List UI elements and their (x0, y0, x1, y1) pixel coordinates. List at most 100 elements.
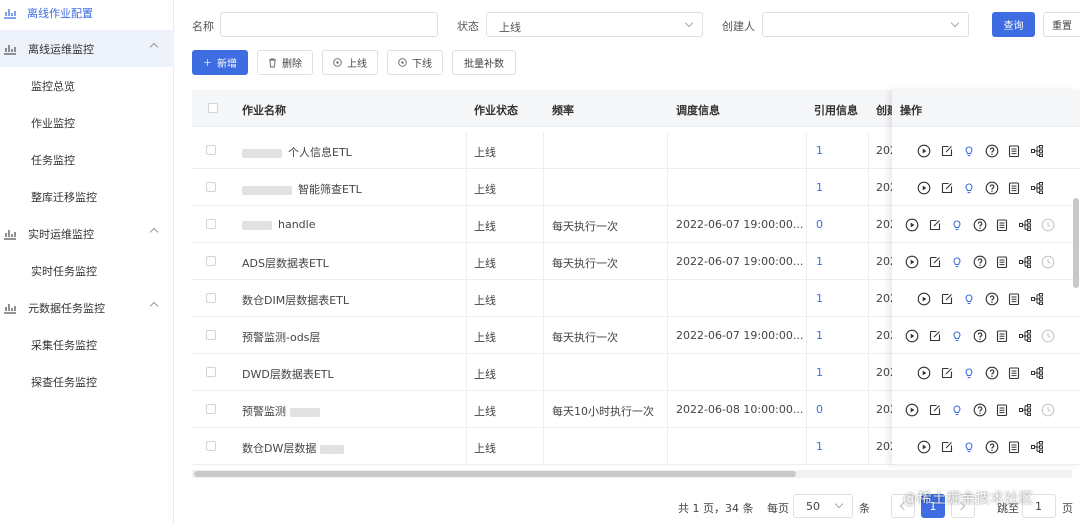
job-name-cell[interactable]: 个人信息ETL (242, 144, 352, 160)
lightbulb-icon[interactable] (950, 329, 964, 343)
edit-icon[interactable] (928, 403, 942, 417)
lineage-icon[interactable] (1030, 144, 1044, 158)
lineage-icon[interactable] (1030, 181, 1044, 195)
lightbulb-icon[interactable] (950, 255, 964, 269)
help-icon[interactable] (985, 366, 999, 380)
play-icon[interactable] (905, 403, 919, 417)
offline-button[interactable]: 下线 (387, 50, 443, 75)
help-icon[interactable] (973, 218, 987, 232)
help-icon[interactable] (985, 181, 999, 195)
log-icon[interactable] (1007, 366, 1021, 380)
help-icon[interactable] (973, 329, 987, 343)
row-checkbox[interactable] (206, 145, 216, 155)
row-checkbox[interactable] (206, 256, 216, 266)
lineage-icon[interactable] (1030, 440, 1044, 454)
lightbulb-icon[interactable] (950, 403, 964, 417)
lineage-icon[interactable] (1030, 366, 1044, 380)
edit-icon[interactable] (928, 329, 942, 343)
job-name-cell[interactable]: 数仓DIM层数据表ETL (242, 292, 349, 308)
row-checkbox[interactable] (206, 441, 216, 451)
log-icon[interactable] (995, 218, 1009, 232)
help-icon[interactable] (985, 440, 999, 454)
sidebar-item-0-1[interactable]: 作业监控 (0, 104, 174, 141)
job-name-cell[interactable]: ADS层数据表ETL (242, 255, 329, 271)
log-icon[interactable] (1007, 292, 1021, 306)
edit-icon[interactable] (940, 181, 954, 195)
select-all-checkbox[interactable] (208, 103, 218, 113)
sidebar-item-0-0[interactable]: 监控总览 (0, 67, 174, 104)
help-icon[interactable] (985, 144, 999, 158)
lightbulb-icon[interactable] (962, 144, 976, 158)
lineage-icon[interactable] (1018, 255, 1032, 269)
lineage-icon[interactable] (1030, 292, 1044, 306)
table-row[interactable]: 个人信息ETL 上线 1 202 (192, 132, 897, 169)
table-row[interactable]: 预警监测 上线 每天10小时执行一次 2022-06-08 10:00:00... 0 2… (192, 391, 897, 428)
table-row[interactable]: 数仓DW层数据 上线 1 202 (192, 428, 897, 465)
log-icon[interactable] (995, 403, 1009, 417)
sidebar-item-2-0[interactable]: 采集任务监控 (0, 326, 174, 363)
batch-fill-button[interactable]: 批量补数 (452, 50, 516, 75)
log-icon[interactable] (1007, 181, 1021, 195)
sidebar-item-2-1[interactable]: 探查任务监控 (0, 363, 174, 400)
play-icon[interactable] (917, 144, 931, 158)
log-icon[interactable] (1007, 440, 1021, 454)
lightbulb-icon[interactable] (962, 292, 976, 306)
edit-icon[interactable] (940, 440, 954, 454)
add-button[interactable]: ＋ 新增 (192, 50, 248, 75)
sidebar-item-0-3[interactable]: 整库迁移监控 (0, 178, 174, 215)
table-row[interactable]: handle 上线 每天执行一次 2022-06-07 19:00:00... 0 202 (192, 206, 897, 243)
log-icon[interactable] (995, 255, 1009, 269)
status-select[interactable]: 上线 (486, 12, 703, 37)
reference-link[interactable]: 0 (816, 403, 823, 416)
sidebar-item-offline-config[interactable]: 离线作业配置 (0, 0, 174, 25)
lineage-icon[interactable] (1018, 218, 1032, 232)
name-input[interactable] (220, 12, 438, 37)
table-row[interactable]: DWD层数据表ETL 上线 1 202 (192, 354, 897, 391)
table-row[interactable]: 预警监测-ods层 上线 每天执行一次 2022-06-07 19:00:00... 1… (192, 317, 897, 354)
row-checkbox[interactable] (206, 330, 216, 340)
play-icon[interactable] (905, 329, 919, 343)
edit-icon[interactable] (940, 144, 954, 158)
help-icon[interactable] (973, 403, 987, 417)
row-checkbox[interactable] (206, 404, 216, 414)
play-icon[interactable] (905, 218, 919, 232)
reference-link[interactable]: 1 (816, 329, 823, 342)
sidebar-group-1[interactable]: 实时运维监控 (0, 215, 174, 252)
per-page-select[interactable]: 50 (793, 494, 853, 518)
reference-link[interactable]: 0 (816, 218, 823, 231)
edit-icon[interactable] (940, 366, 954, 380)
table-row[interactable]: 智能筛查ETL 上线 1 202 (192, 169, 897, 206)
job-name-cell[interactable]: 预警监测-ods层 (242, 329, 320, 345)
reference-link[interactable]: 1 (816, 255, 823, 268)
reference-link[interactable]: 1 (816, 181, 823, 194)
edit-icon[interactable] (940, 292, 954, 306)
reset-button[interactable]: 重置 (1043, 12, 1080, 37)
sidebar-group-0[interactable]: 离线运维监控 (0, 30, 174, 67)
row-checkbox[interactable] (206, 293, 216, 303)
job-name-cell[interactable]: 智能筛查ETL (242, 181, 362, 197)
creator-select[interactable] (762, 12, 969, 37)
job-name-cell[interactable]: 预警监测 (242, 403, 320, 419)
query-button[interactable]: 查询 (992, 12, 1035, 37)
job-name-cell[interactable]: 数仓DW层数据 (242, 440, 345, 456)
table-row[interactable]: ADS层数据表ETL 上线 每天执行一次 2022-06-07 19:00:00...… (192, 243, 897, 280)
log-icon[interactable] (995, 329, 1009, 343)
job-name-cell[interactable]: DWD层数据表ETL (242, 366, 334, 382)
lightbulb-icon[interactable] (962, 366, 976, 380)
play-icon[interactable] (917, 440, 931, 454)
log-icon[interactable] (1007, 144, 1021, 158)
row-checkbox[interactable] (206, 219, 216, 229)
vertical-scrollbar[interactable] (1073, 198, 1079, 288)
play-icon[interactable] (917, 366, 931, 380)
reference-link[interactable]: 1 (816, 292, 823, 305)
reference-link[interactable]: 1 (816, 366, 823, 379)
job-name-cell[interactable]: handle (242, 218, 316, 231)
sidebar-item-1-0[interactable]: 实时任务监控 (0, 252, 174, 289)
sidebar-group-2[interactable]: 元数据任务监控 (0, 289, 174, 326)
help-icon[interactable] (973, 255, 987, 269)
play-icon[interactable] (905, 255, 919, 269)
horizontal-scrollbar[interactable] (194, 471, 796, 477)
row-checkbox[interactable] (206, 367, 216, 377)
lightbulb-icon[interactable] (962, 181, 976, 195)
reference-link[interactable]: 1 (816, 144, 823, 157)
